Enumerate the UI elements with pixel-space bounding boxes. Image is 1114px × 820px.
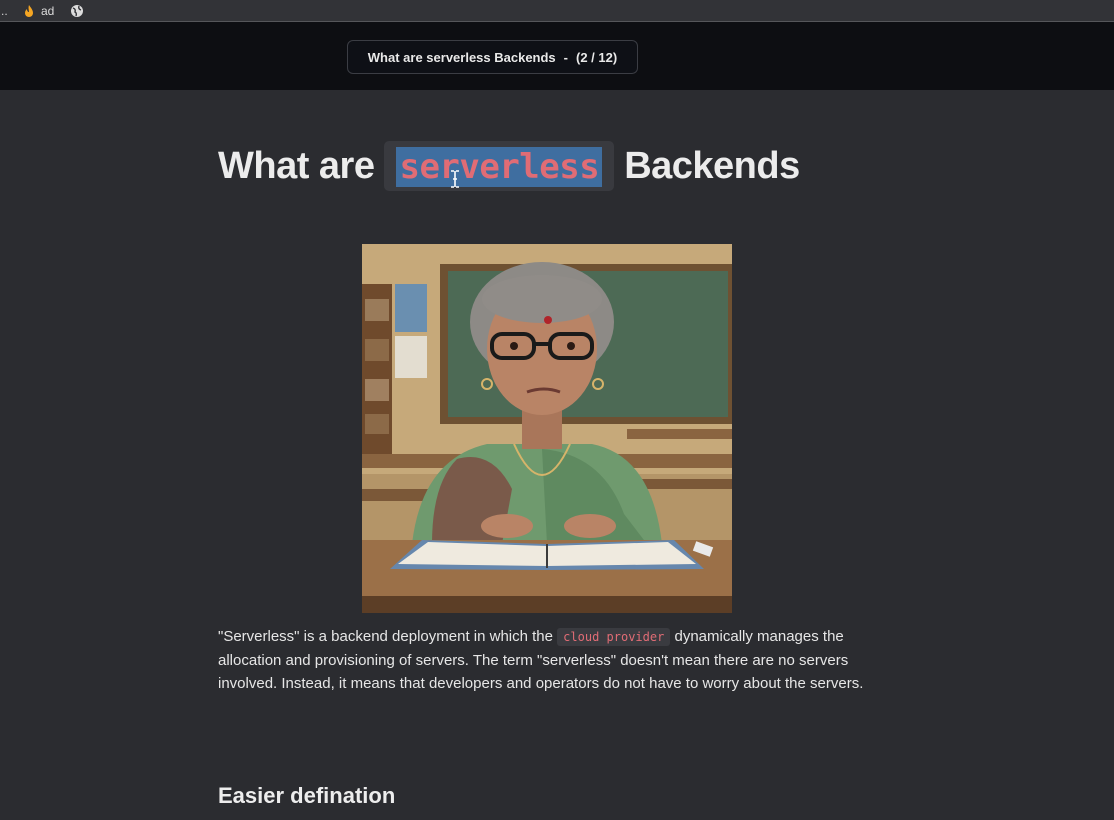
page-indicator: (2 / 12) <box>576 49 618 65</box>
slide-navigator-button[interactable]: What are serverless Backends - (2 / 12) <box>347 40 638 74</box>
title-text-before: What are <box>218 144 375 187</box>
top-header: What are serverless Backends - (2 / 12) <box>0 22 1114 90</box>
title-code-block: serverless <box>384 141 615 191</box>
nav-separator: - <box>563 49 569 65</box>
description-paragraph: "Serverless" is a backend deployment in … <box>218 625 898 695</box>
nav-title: What are serverless Backends <box>367 49 556 65</box>
bookmarks-overflow[interactable]: .. <box>1 4 9 18</box>
inline-code-cloud-provider: cloud provider <box>557 628 671 646</box>
paragraph-text-1: "Serverless" is a backend deployment in … <box>218 628 553 645</box>
flame-favicon-icon <box>25 4 33 17</box>
section-heading: Easier defination <box>218 783 396 808</box>
bookmarks-bar: .. ad <box>0 0 1114 22</box>
page-title: What are serverless Backends <box>218 141 800 191</box>
bookmark-item-ad[interactable]: ad <box>23 4 54 18</box>
text-cursor-icon <box>451 170 459 188</box>
teacher-illustration <box>362 244 732 613</box>
title-text-after: Backends <box>624 144 800 187</box>
globe-icon[interactable] <box>70 4 84 18</box>
bookmark-label: ad <box>41 3 55 18</box>
title-code-selected-text[interactable]: serverless <box>396 147 603 187</box>
